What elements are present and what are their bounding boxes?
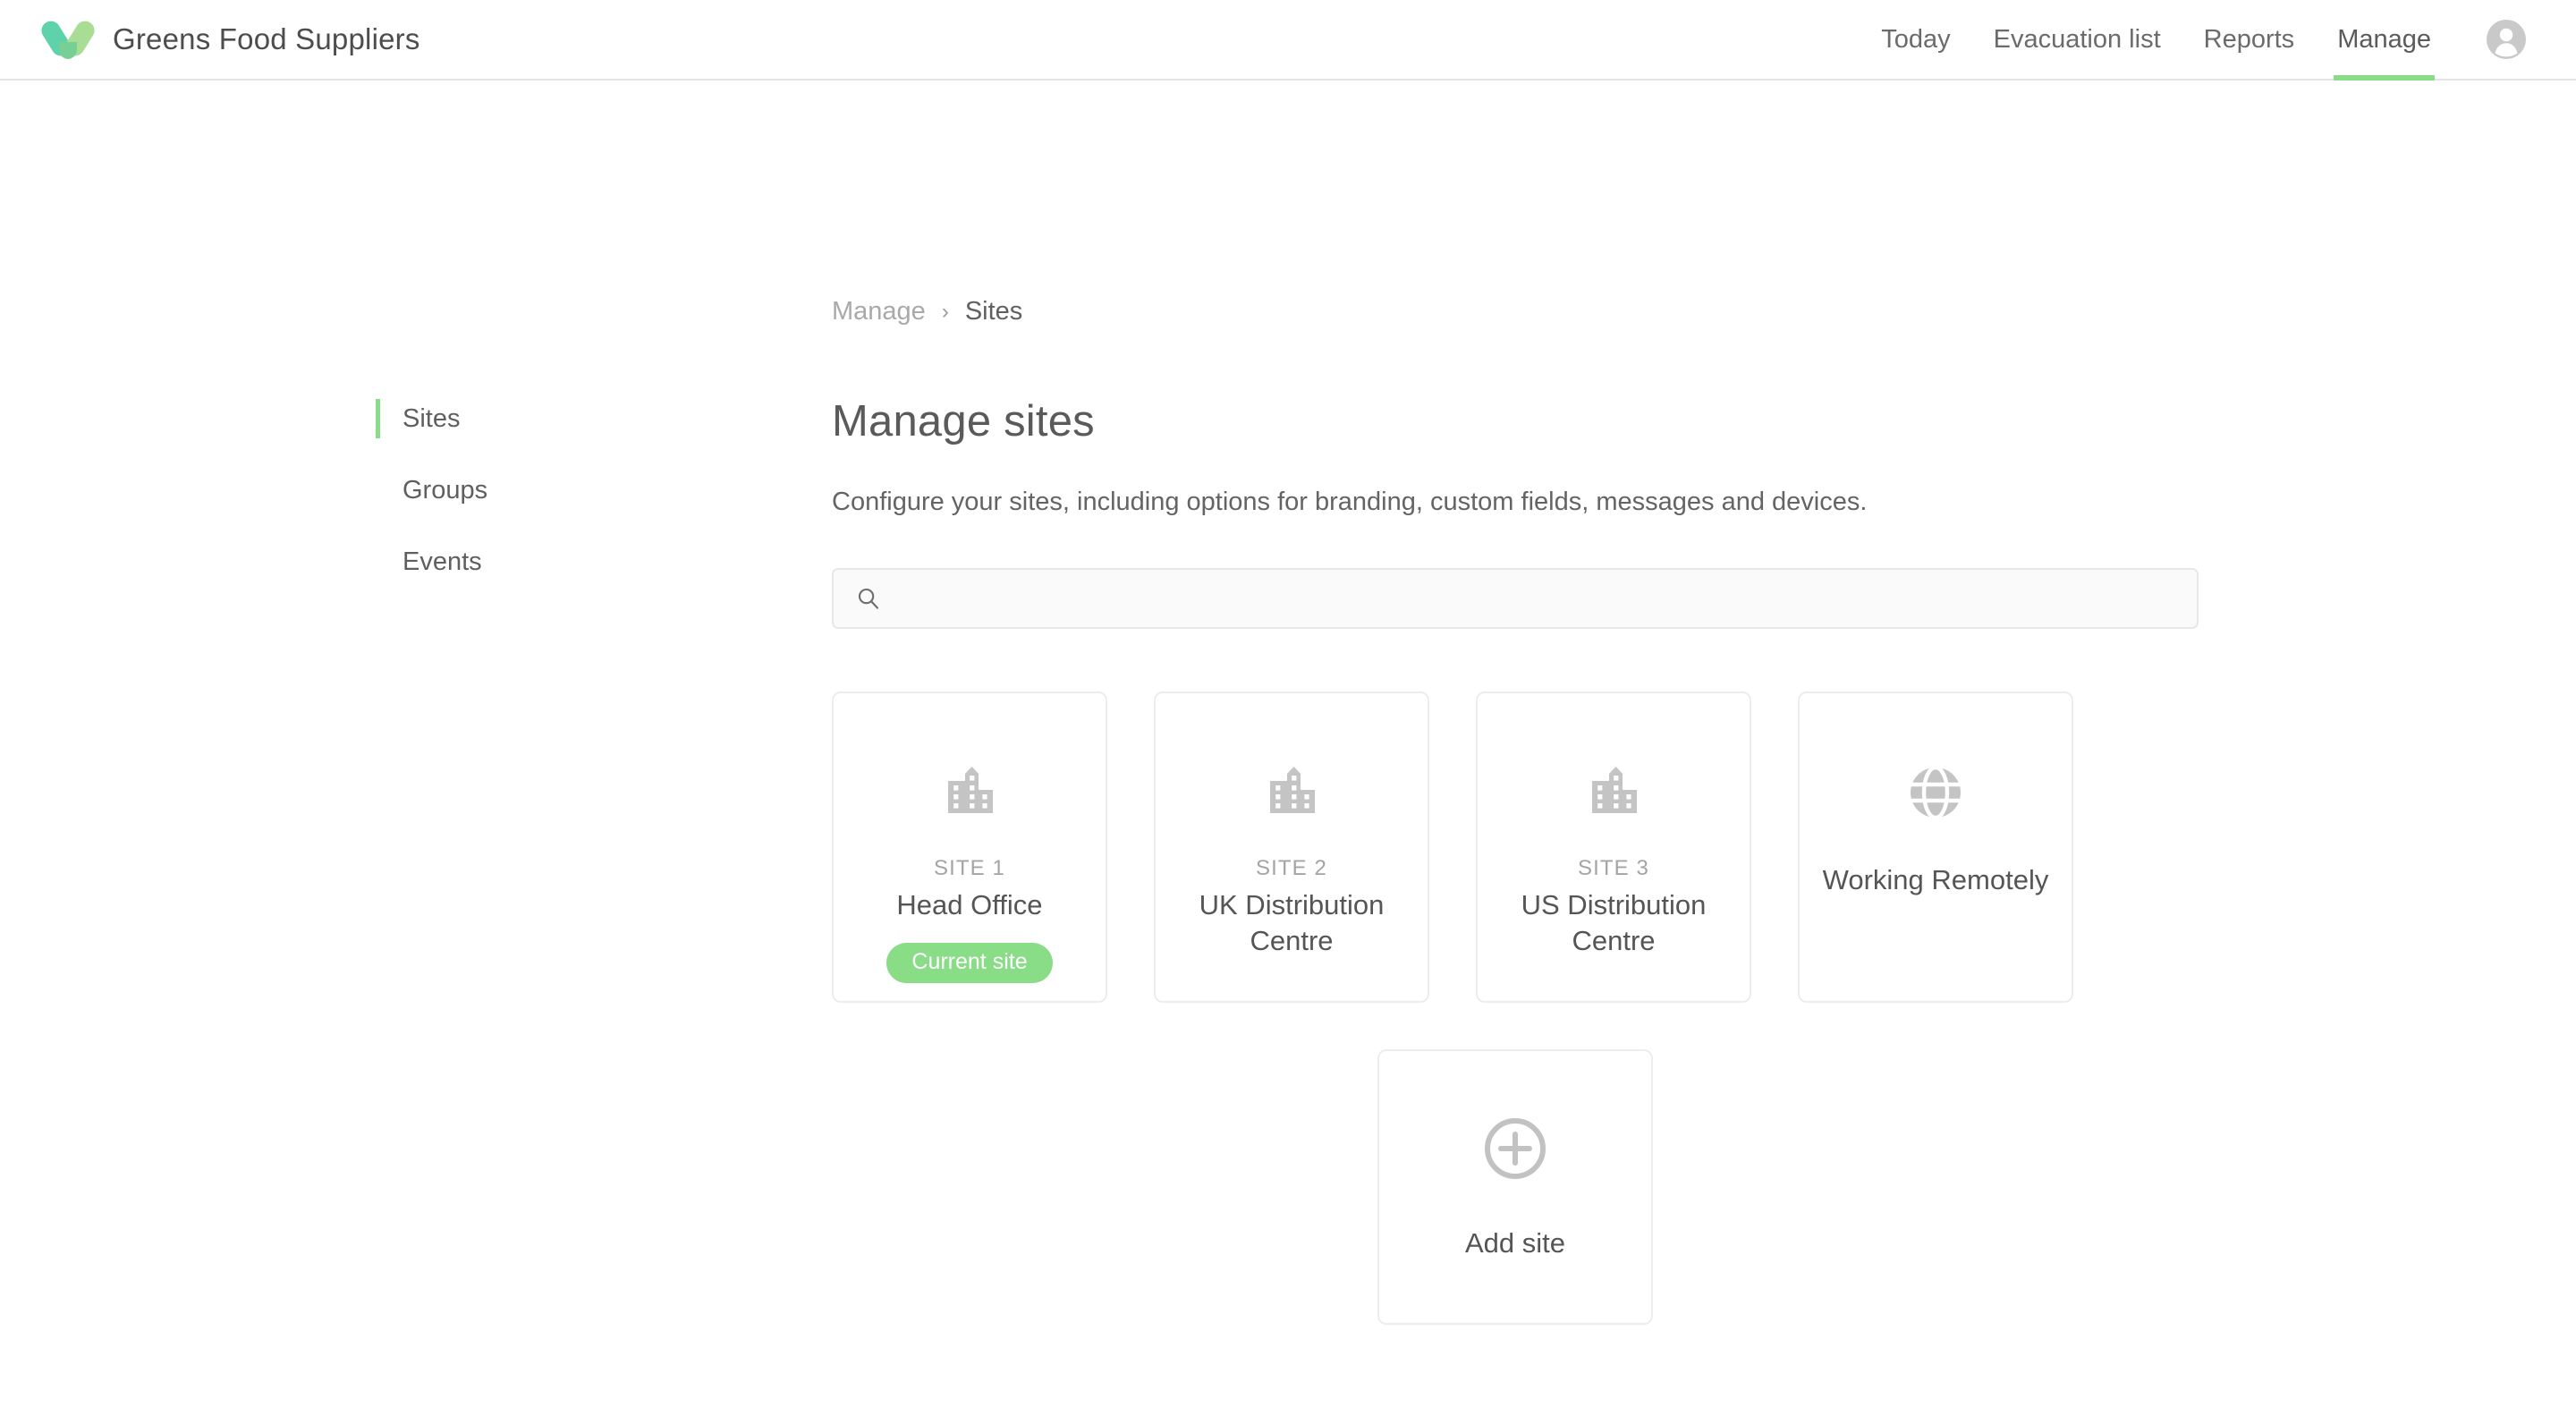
nav-item-today[interactable]: Today: [1860, 0, 1971, 79]
page-subtitle: Configure your sites, including options …: [832, 487, 1868, 516]
chevron-right-icon: ›: [941, 299, 949, 324]
site-card-name: US Distribution Centre: [1521, 888, 1707, 957]
search-input[interactable]: [882, 570, 2197, 628]
site-card-uk-distribution-centre[interactable]: SITE 2 UK Distribution Centre: [1154, 691, 1429, 1004]
sidebar-item-groups[interactable]: Groups: [376, 472, 635, 508]
sidebar-item-events[interactable]: Events: [376, 544, 635, 580]
brand[interactable]: Greens Food Suppliers: [38, 17, 420, 61]
search-icon: [855, 585, 882, 612]
site-card-us-distribution-centre[interactable]: SITE 3 US Distribution Centre: [1476, 691, 1751, 1004]
heart-check-logo-icon: [38, 17, 98, 61]
nav-item-evacuation-list[interactable]: Evacuation list: [1972, 0, 2182, 79]
add-site-card[interactable]: Add site: [1377, 1049, 1653, 1326]
site-card-name: UK Distribution Centre: [1199, 888, 1385, 957]
settings-sidebar: Sites Groups Events: [376, 399, 635, 615]
add-site-label: Add site: [1464, 1226, 1565, 1259]
search-bar[interactable]: [832, 568, 2199, 630]
breadcrumb-current-sites: Sites: [964, 297, 1023, 326]
sidebar-item-sites[interactable]: Sites: [376, 399, 635, 438]
nav-item-reports[interactable]: Reports: [2182, 0, 2317, 79]
sites-grid: SITE 1 Head Office Current site SITE 2 U…: [832, 691, 2227, 1004]
user-account-icon[interactable]: [2485, 18, 2528, 61]
breadcrumb-link-manage[interactable]: Manage: [832, 297, 926, 327]
site-card-label: SITE 2: [1256, 856, 1327, 881]
status-badge-current-site: Current site: [886, 943, 1053, 984]
primary-nav: Today Evacuation list Reports Manage: [1860, 0, 2533, 81]
breadcrumb: Manage › Sites: [832, 297, 1022, 327]
site-card-name: Working Remotely: [1822, 864, 2049, 896]
app-root: Greens Food Suppliers Today Evacuation l…: [0, 0, 2576, 1408]
site-card-head-office[interactable]: SITE 1 Head Office Current site: [832, 691, 1107, 1004]
main-panel: Manage sites Configure your sites, inclu…: [832, 395, 2227, 1326]
site-card-name: Head Office: [896, 888, 1043, 920]
site-card-working-remotely[interactable]: Working Remotely: [1798, 691, 2073, 1004]
plus-circle-icon: [1482, 1115, 1548, 1186]
site-card-label: SITE 1: [934, 856, 1005, 881]
add-site-row: Add site: [832, 1049, 2199, 1326]
brand-name: Greens Food Suppliers: [113, 22, 420, 55]
page-title: Manage sites: [832, 397, 1095, 445]
office-building-icon: [1587, 763, 1640, 822]
globe-icon: [1906, 763, 1965, 822]
site-card-label: SITE 3: [1578, 856, 1649, 881]
office-building-icon: [943, 763, 996, 822]
app-header: Greens Food Suppliers Today Evacuation l…: [0, 0, 2576, 81]
nav-item-manage[interactable]: Manage: [2316, 0, 2453, 81]
office-building-icon: [1265, 763, 1318, 822]
